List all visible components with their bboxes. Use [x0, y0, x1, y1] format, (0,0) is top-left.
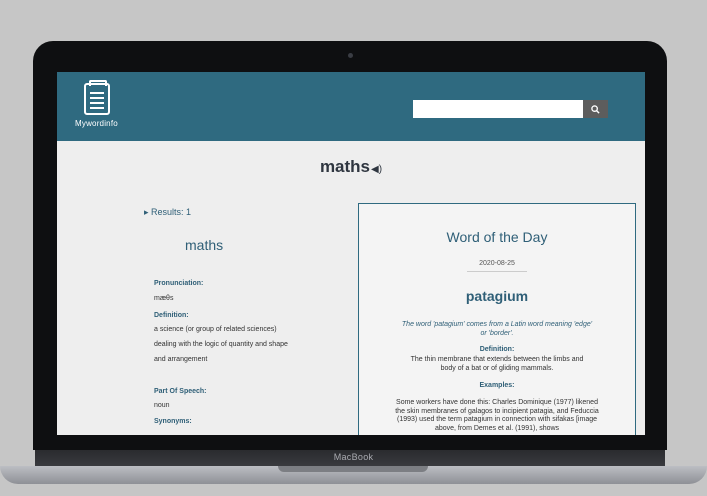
wotd-word[interactable]: patagium — [359, 288, 635, 304]
divider — [467, 271, 527, 272]
logo[interactable]: Mywordinfo — [75, 80, 127, 133]
book-icon — [84, 80, 110, 115]
search-icon — [591, 104, 600, 114]
pos-value: noun — [154, 402, 170, 409]
results-label: Results: 1 — [151, 207, 192, 217]
search-input[interactable] — [413, 100, 583, 118]
pronunciation-value: mæθs — [154, 295, 174, 302]
header: Mywordinfo — [57, 72, 645, 141]
word-title-text: maths — [319, 157, 371, 176]
definition-value: a science (or group of related sciences)… — [154, 326, 288, 363]
wotd-etymology: The word 'patagium' comes from a Latin w… — [401, 321, 593, 337]
wotd-definition: The thin membrane that extends between t… — [410, 356, 584, 372]
results-count[interactable]: ▸ Results: 1 — [144, 207, 191, 218]
pos-label: Part Of Speech: — [154, 388, 207, 395]
camera — [348, 53, 353, 58]
word-title: maths◀) — [57, 157, 645, 177]
search-button[interactable] — [583, 100, 608, 118]
pronunciation-label: Pronunciation: — [154, 280, 204, 287]
wotd-examples-label: Examples: — [479, 382, 515, 389]
device-brand: MacBook — [333, 452, 374, 462]
wotd-title: Word of the Day — [446, 229, 548, 245]
wotd-date: 2020-08-25 — [479, 260, 515, 267]
definition-label: Definition: — [154, 312, 189, 319]
word-of-the-day-panel: Word of the Day 2020-08-25 patagium The … — [358, 203, 636, 435]
screen: Mywordinfo maths◀) ▸ Results: 1 maths Pr… — [57, 72, 645, 435]
speaker-icon[interactable]: ◀) — [371, 164, 382, 175]
wotd-example: Some workers have done this: Charles Dom… — [395, 399, 599, 432]
synonyms-label: Synonyms: — [154, 418, 192, 425]
laptop-notch — [278, 466, 428, 472]
logo-text: Mywordinfo — [75, 119, 118, 128]
result-word: maths — [185, 237, 224, 253]
wotd-definition-label: Definition: — [479, 346, 515, 353]
